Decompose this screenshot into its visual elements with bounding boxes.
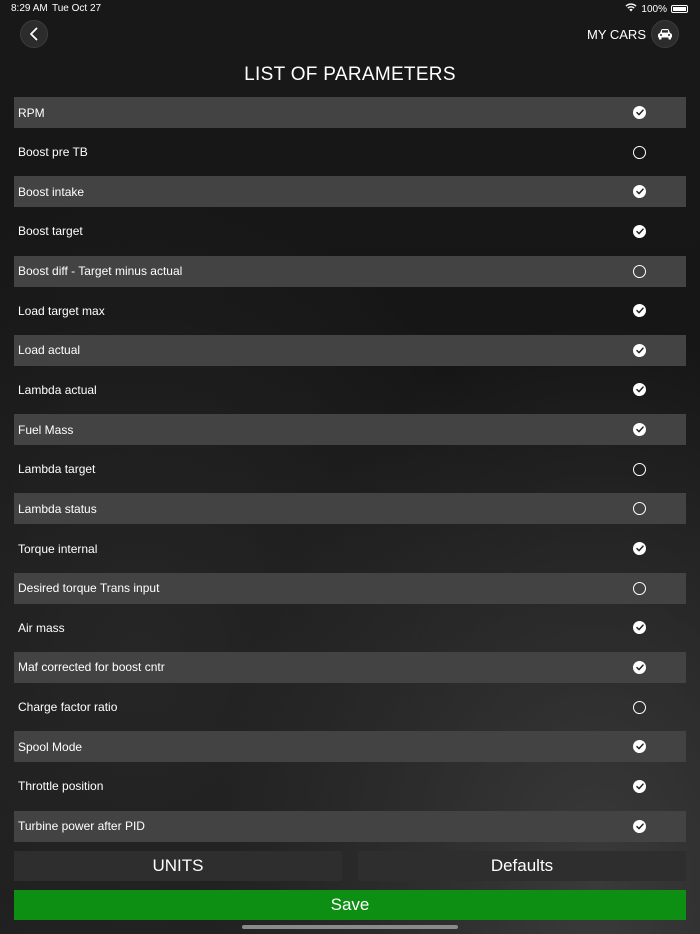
checked-circle-icon[interactable] xyxy=(633,224,646,238)
parameter-row[interactable]: Lambda status xyxy=(14,493,686,525)
save-button[interactable]: Save xyxy=(14,890,686,920)
parameter-row[interactable]: Lambda actual xyxy=(14,374,686,405)
checked-circle-icon[interactable] xyxy=(633,343,646,357)
parameter-row[interactable]: Boost target xyxy=(14,216,686,247)
parameter-row[interactable]: Maf corrected for boost cntr xyxy=(14,651,686,683)
parameter-label: RPM xyxy=(18,105,45,120)
parameter-label: Lambda status xyxy=(18,501,97,516)
unchecked-circle-icon[interactable] xyxy=(633,462,646,476)
my-cars-button[interactable] xyxy=(651,20,679,48)
parameter-label: Charge factor ratio xyxy=(18,700,118,715)
parameter-label: Throttle position xyxy=(18,779,104,794)
parameter-label: Turbine power after PID xyxy=(18,819,145,834)
defaults-button[interactable]: Defaults xyxy=(358,851,686,881)
status-bar: 8:29 AM Tue Oct 27 100% xyxy=(0,0,700,18)
parameter-row[interactable]: Desired torque Trans input xyxy=(14,572,686,604)
parameter-label: Spool Mode xyxy=(18,739,83,754)
parameter-row[interactable]: Torque internal xyxy=(14,533,686,564)
parameter-label: Load target max xyxy=(18,303,105,318)
checked-circle-icon[interactable] xyxy=(633,304,646,318)
parameter-row[interactable]: Air mass xyxy=(14,612,686,643)
parameter-row[interactable]: Boost pre TB xyxy=(14,137,686,168)
checked-circle-icon[interactable] xyxy=(633,423,646,437)
parameter-label: Maf corrected for boost cntr xyxy=(18,660,165,675)
parameter-row[interactable]: Load target max xyxy=(14,295,686,326)
parameter-label: Boost intake xyxy=(18,184,85,199)
parameter-label: Torque internal xyxy=(18,541,98,556)
checked-circle-icon[interactable] xyxy=(633,660,646,674)
parameter-list: RPM Boost pre TB Boost intake Boost target B… xyxy=(14,97,686,850)
parameter-row[interactable]: Boost diff - Target minus actual xyxy=(14,255,686,287)
unchecked-circle-icon[interactable] xyxy=(633,502,646,516)
parameter-row[interactable]: Boost intake xyxy=(14,176,686,208)
parameter-label: Load actual xyxy=(18,343,81,358)
unchecked-circle-icon[interactable] xyxy=(633,581,646,595)
home-indicator xyxy=(242,925,458,929)
parameter-row[interactable]: Load actual xyxy=(14,334,686,366)
status-indicators: 100% xyxy=(625,3,688,15)
checked-circle-icon[interactable] xyxy=(633,621,646,635)
parameter-row[interactable]: Throttle position xyxy=(14,771,686,802)
checked-circle-icon[interactable] xyxy=(633,740,646,754)
parameter-label: Lambda actual xyxy=(18,382,97,397)
parameter-label: Boost diff - Target minus actual xyxy=(18,264,183,279)
parameter-row[interactable]: Spool Mode xyxy=(14,731,686,763)
parameter-row[interactable]: Fuel Mass xyxy=(14,414,686,446)
chevron-left-icon xyxy=(30,27,38,41)
back-button[interactable] xyxy=(20,20,48,48)
parameter-label: Boost pre TB xyxy=(18,145,88,160)
parameter-label: Lambda target xyxy=(18,462,96,477)
car-icon xyxy=(658,29,672,40)
checked-circle-icon[interactable] xyxy=(633,185,646,199)
parameter-row[interactable]: Turbine power after PID xyxy=(14,810,686,842)
unchecked-circle-icon[interactable] xyxy=(633,264,646,278)
parameter-label: Air mass xyxy=(18,620,65,635)
status-time: 8:29 AM xyxy=(11,3,48,14)
my-cars-label[interactable]: MY CARS xyxy=(587,27,646,42)
battery-icon xyxy=(671,5,688,13)
checked-circle-icon[interactable] xyxy=(633,819,646,833)
status-date: Tue Oct 27 xyxy=(52,3,102,14)
wifi-icon xyxy=(625,3,637,15)
parameter-row[interactable]: RPM xyxy=(14,97,686,128)
parameter-label: Desired torque Trans input xyxy=(18,581,160,596)
battery-percent: 100% xyxy=(641,3,667,15)
unchecked-circle-icon[interactable] xyxy=(633,700,646,714)
parameter-row[interactable]: Lambda target xyxy=(14,454,686,485)
checked-circle-icon[interactable] xyxy=(633,542,646,556)
parameter-row[interactable]: Charge factor ratio xyxy=(14,692,686,723)
checked-circle-icon[interactable] xyxy=(633,779,646,793)
checked-circle-icon[interactable] xyxy=(633,106,646,119)
checked-circle-icon[interactable] xyxy=(633,383,646,397)
header: MY CARS xyxy=(0,18,700,54)
parameter-label: Boost target xyxy=(18,224,83,239)
unchecked-circle-icon[interactable] xyxy=(633,145,646,159)
parameter-label: Fuel Mass xyxy=(18,422,74,437)
units-button[interactable]: UNITS xyxy=(14,851,342,881)
bottom-button-bar: UNITS Defaults xyxy=(14,851,686,881)
page-title: LIST OF PARAMETERS xyxy=(244,64,456,85)
